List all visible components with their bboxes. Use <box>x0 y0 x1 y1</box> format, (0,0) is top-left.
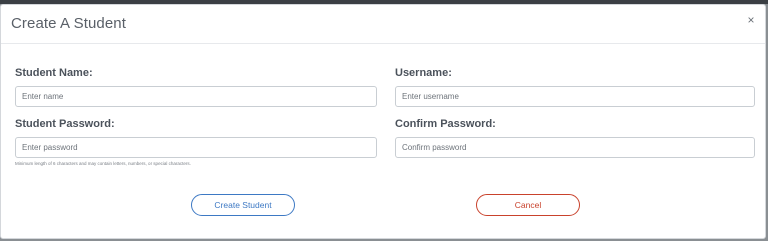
student-name-label: Student Name: <box>15 67 93 79</box>
student-name-input[interactable] <box>15 86 377 107</box>
modal-header: Create A Student × <box>1 5 765 44</box>
username-label: Username: <box>395 67 452 79</box>
create-student-modal: Create A Student × Student Name: Usernam… <box>0 4 766 239</box>
modal-title: Create A Student <box>11 15 127 32</box>
close-icon[interactable]: × <box>745 14 757 26</box>
cancel-button[interactable]: Cancel <box>476 194 580 216</box>
student-name-field: Student Name: <box>15 67 377 107</box>
student-password-field: Student Password: Minimum length of 6 ch… <box>15 118 377 166</box>
confirm-password-label: Confirm Password: <box>395 118 496 130</box>
password-hint: Minimum length of 6 characters and may c… <box>15 161 191 166</box>
username-input[interactable] <box>395 86 755 107</box>
confirm-password-field: Confirm Password: <box>395 118 755 158</box>
confirm-password-input[interactable] <box>395 137 755 158</box>
student-password-label: Student Password: <box>15 118 115 130</box>
username-field: Username: <box>395 67 755 107</box>
student-password-input[interactable] <box>15 137 377 158</box>
create-student-button[interactable]: Create Student <box>191 194 295 216</box>
